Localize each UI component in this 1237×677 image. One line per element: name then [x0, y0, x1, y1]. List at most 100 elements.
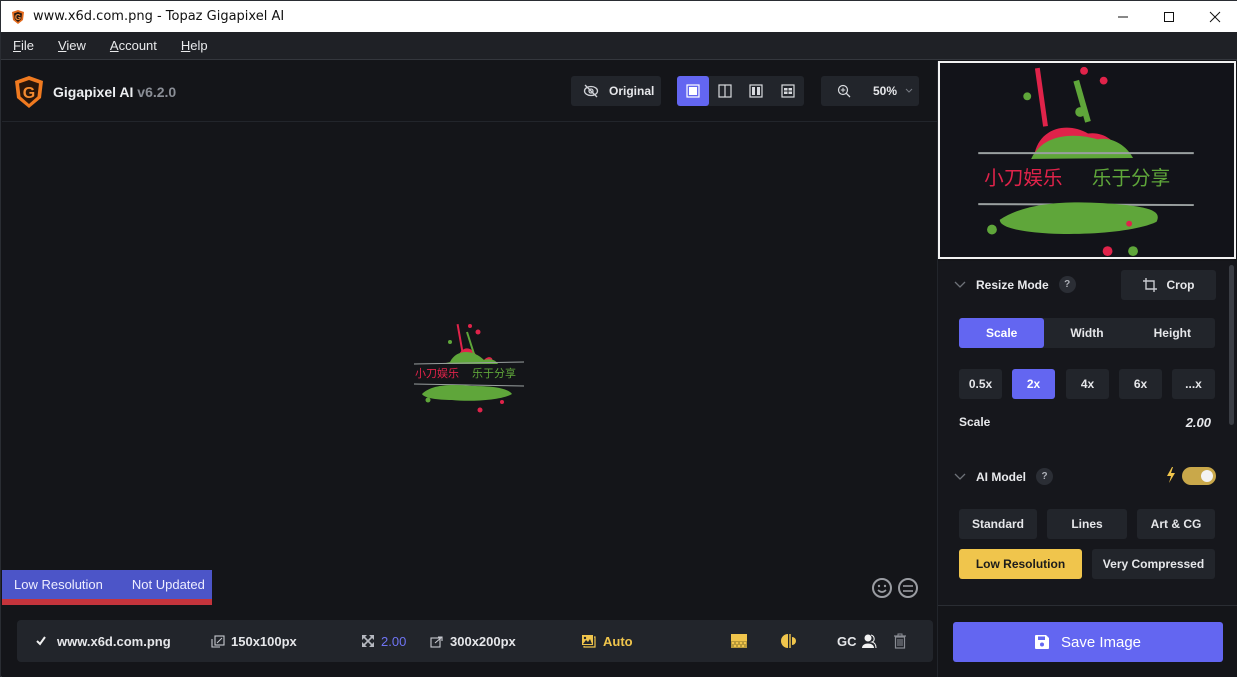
- ai-model-header[interactable]: AI Model ?: [954, 468, 1053, 485]
- preview-text-red: 小刀娱乐: [984, 166, 1062, 189]
- panel-divider: [938, 605, 1237, 606]
- preview-image: 小刀娱乐 乐于分享: [978, 66, 1194, 257]
- toggle-knob: [1201, 470, 1213, 482]
- scale-value-row: Scale 2.00: [959, 415, 1215, 430]
- maximize-button[interactable]: [1146, 1, 1192, 32]
- feedback-group: [871, 577, 919, 599]
- svg-text:G: G: [15, 13, 21, 22]
- split-view-icon: [718, 84, 732, 98]
- lightning-icon: [1167, 467, 1175, 483]
- crop-button[interactable]: Crop: [1121, 270, 1216, 300]
- file-name-text: www.x6d.com.png: [57, 633, 171, 649]
- mode-width-tab[interactable]: Width: [1044, 318, 1129, 348]
- original-toggle-button[interactable]: Original: [571, 76, 661, 106]
- scale-factor-text: 2.00: [381, 633, 407, 649]
- menu-account[interactable]: Account: [110, 38, 157, 53]
- model-standard-button[interactable]: Standard: [959, 509, 1037, 539]
- window-title: www.x6d.com.png - Topaz Gigapixel AI: [33, 9, 285, 24]
- output-size-icon: [430, 635, 443, 648]
- gigapixel-logo-icon: G: [15, 76, 43, 108]
- app-window: G www.x6d.com.png - Topaz Gigapixel AI F…: [0, 0, 1237, 677]
- view-grid-button[interactable]: [772, 76, 804, 106]
- zoom-dropdown[interactable]: 50%: [821, 76, 919, 106]
- sharpen-button[interactable]: [781, 620, 803, 662]
- file-list-row[interactable]: www.x6d.com.png 150x100px 2.00 300x200px…: [17, 620, 933, 662]
- close-button[interactable]: [1192, 1, 1237, 32]
- smile-face-icon[interactable]: [871, 577, 893, 599]
- canvas-text-red: 小刀娱乐: [415, 366, 459, 380]
- auto-model-toggle[interactable]: [1182, 467, 1216, 485]
- delete-button[interactable]: [893, 620, 913, 662]
- resize-mode-header[interactable]: Resize Mode ?: [954, 276, 1076, 293]
- trash-icon: [894, 633, 906, 649]
- model-low-resolution-button[interactable]: Low Resolution: [959, 549, 1082, 579]
- resize-mode-help-icon[interactable]: ?: [1058, 276, 1076, 293]
- eye-hidden-icon: [583, 84, 599, 98]
- image-stack-icon: [582, 634, 596, 648]
- scale-preset-custom[interactable]: ...x: [1172, 369, 1215, 399]
- menu-view[interactable]: View: [58, 38, 86, 53]
- resize-mode-selector: Scale Width Height: [959, 318, 1215, 348]
- zoom-level: 50%: [873, 84, 898, 98]
- menu-help[interactable]: Help: [181, 38, 208, 53]
- preview-text-green: 乐于分享: [1092, 166, 1170, 189]
- input-size-text: 150x100px: [231, 633, 297, 649]
- menu-help-mnemonic: H: [180, 38, 191, 53]
- noise-reduction-button[interactable]: [731, 620, 753, 662]
- status-state: Not Updated: [131, 577, 205, 592]
- app-brand: Gigapixel AI v6.2.0: [53, 84, 176, 100]
- navigator-preview[interactable]: 小刀娱乐 乐于分享: [938, 61, 1236, 259]
- scale-preset-2x[interactable]: 2x: [1012, 369, 1055, 399]
- menu-file[interactable]: File: [13, 38, 34, 53]
- topaz-app-icon: G: [12, 9, 24, 24]
- model-lines-button[interactable]: Lines: [1047, 509, 1127, 539]
- scale-preset-4x[interactable]: 4x: [1066, 369, 1109, 399]
- menu-file-mnemonic: F: [13, 38, 21, 53]
- input-size-icon: [211, 634, 225, 648]
- status-underline: [2, 599, 212, 605]
- scale-factor: 2.00: [361, 620, 406, 662]
- canvas-image[interactable]: 小刀娱乐 乐于分享: [412, 314, 528, 416]
- mode-scale-tab[interactable]: Scale: [959, 318, 1045, 348]
- resize-mode-title: Resize Mode: [976, 277, 1049, 292]
- model-very-compressed-button[interactable]: Very Compressed: [1092, 549, 1215, 579]
- original-label: Original: [609, 84, 655, 98]
- settings-panel: Resize Mode ? Crop Scale Width Height 0.…: [938, 261, 1236, 605]
- minimize-button[interactable]: [1100, 1, 1146, 32]
- grid-view-icon: [781, 84, 795, 98]
- model-art-cg-button[interactable]: Art & CG: [1137, 509, 1215, 539]
- status-model: Low Resolution: [14, 577, 103, 592]
- input-size: 150x100px: [211, 620, 297, 662]
- auto-model-text: Auto: [603, 633, 633, 649]
- canvas-text-green: 乐于分享: [472, 366, 516, 380]
- app-version: v6.2.0: [137, 84, 177, 100]
- checkmark-icon: [36, 636, 46, 646]
- scale-label: Scale: [959, 415, 991, 429]
- ai-model-title: AI Model: [976, 469, 1026, 484]
- side-by-side-view-icon: [749, 84, 763, 98]
- scale-preset-6x[interactable]: 6x: [1119, 369, 1162, 399]
- zoom-in-icon: [837, 84, 851, 98]
- view-single-button[interactable]: [677, 76, 709, 106]
- scale-preset-0-5x[interactable]: 0.5x: [959, 369, 1002, 399]
- menu-help-label: elp: [190, 38, 208, 53]
- view-split-button[interactable]: [709, 76, 741, 106]
- chevron-down-icon: [954, 281, 966, 288]
- settings-scrollbar[interactable]: [1229, 265, 1234, 425]
- mode-height-tab[interactable]: Height: [1130, 318, 1215, 348]
- scale-value[interactable]: 2.00: [1186, 415, 1211, 430]
- save-image-button[interactable]: Save Image: [953, 622, 1223, 662]
- auto-model-button[interactable]: Auto: [581, 620, 633, 662]
- ai-model-help-icon[interactable]: ?: [1036, 468, 1053, 485]
- view-side-by-side-button[interactable]: [741, 76, 773, 106]
- svg-text:G: G: [23, 85, 35, 102]
- view-mode-group: [677, 76, 804, 106]
- person-icon: [862, 634, 877, 649]
- menu-file-label: ile: [20, 38, 34, 53]
- face-recovery-button[interactable]: [861, 620, 883, 662]
- file-checkbox[interactable]: [35, 620, 53, 662]
- neutral-face-icon[interactable]: [897, 577, 919, 599]
- menu-account-label: ccount: [118, 38, 157, 53]
- menu-view-label: iew: [66, 38, 86, 53]
- menu-account-mnemonic: A: [109, 38, 119, 53]
